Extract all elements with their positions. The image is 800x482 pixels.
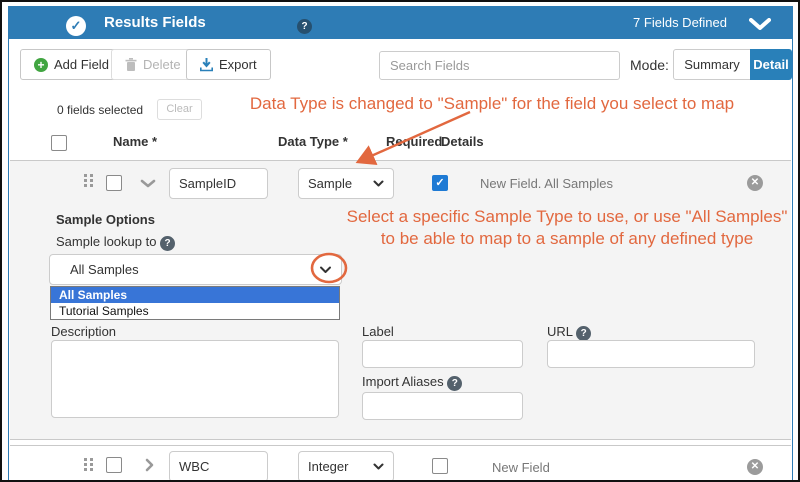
trash-icon (125, 58, 137, 72)
dropdown-option-tutorial-samples[interactable]: Tutorial Samples (51, 303, 339, 319)
search-input[interactable] (379, 51, 620, 80)
column-header-details: Details (441, 134, 484, 149)
export-button[interactable]: Export (186, 49, 271, 80)
delete-label: Delete (143, 57, 181, 72)
sample-lookup-value: All Samples (70, 262, 139, 277)
sample-lookup-label: Sample lookup to ? (56, 234, 175, 251)
field-details-text: New Field. All Samples (480, 176, 613, 191)
fields-defined-count: 7 Fields Defined (633, 6, 727, 39)
description-label: Description (51, 324, 116, 339)
sample-lookup-dropdown: All Samples Tutorial Samples (50, 286, 340, 320)
column-header-data-type: Data Type * (278, 134, 348, 149)
help-icon[interactable]: ? (160, 236, 175, 251)
description-textarea[interactable] (51, 340, 339, 418)
drag-handle-icon[interactable] (84, 174, 93, 187)
chevron-right-icon[interactable] (145, 458, 154, 472)
field-name-input[interactable] (169, 168, 268, 199)
data-type-value: Integer (308, 459, 348, 474)
results-fields-panel-window: ✓ Results Fields ? 7 Fields Defined + Ad… (0, 0, 800, 482)
select-all-checkbox[interactable] (51, 135, 67, 151)
data-type-value: Sample (308, 176, 352, 191)
chevron-down-icon (373, 180, 384, 187)
annotation-sample-type-line2: to be able to map to a sample of any def… (332, 229, 800, 249)
label-label: Label (362, 324, 394, 339)
field-name-input[interactable] (169, 451, 268, 482)
column-header-name: Name * (113, 134, 157, 149)
import-aliases-label-text: Import Aliases (362, 374, 444, 389)
help-icon[interactable]: ? (297, 19, 312, 34)
mode-summary-button[interactable]: Summary (673, 49, 751, 80)
required-checkbox[interactable] (432, 458, 448, 474)
selected-count-text: 0 fields selected (57, 103, 143, 117)
plus-icon: + (34, 58, 48, 72)
chevron-down-icon (373, 463, 384, 470)
label-input[interactable] (362, 340, 523, 368)
download-icon (200, 58, 213, 72)
add-field-label: Add Field (54, 57, 109, 72)
field-details-text: New Field (492, 460, 550, 475)
row-checkbox[interactable] (106, 175, 122, 191)
import-aliases-input[interactable] (362, 392, 523, 420)
check-circle-icon: ✓ (66, 16, 86, 36)
url-label-text: URL (547, 324, 573, 339)
url-input[interactable] (547, 340, 755, 368)
data-type-select[interactable]: Sample (298, 168, 394, 199)
mode-detail-button[interactable]: Detail (750, 49, 792, 80)
help-icon[interactable]: ? (447, 376, 462, 391)
annotation-data-type: Data Type is changed to "Sample" for the… (202, 94, 782, 114)
dropdown-option-all-samples[interactable]: All Samples (51, 287, 339, 303)
chevron-down-icon[interactable] (140, 179, 156, 188)
collapse-chevron-icon[interactable] (749, 18, 771, 30)
column-header-required: Required (386, 134, 442, 149)
remove-field-icon[interactable]: ✕ (747, 459, 763, 475)
sample-lookup-select[interactable]: All Samples (49, 254, 342, 285)
chevron-down-icon (319, 266, 332, 274)
sample-lookup-label-text: Sample lookup to (56, 234, 156, 249)
row-checkbox[interactable] (106, 457, 122, 473)
clear-selection-button[interactable]: Clear (157, 99, 202, 120)
import-aliases-label: Import Aliases ? (362, 374, 462, 391)
drag-handle-icon[interactable] (84, 458, 93, 471)
data-type-select[interactable]: Integer (298, 451, 394, 482)
remove-field-icon[interactable]: ✕ (747, 175, 763, 191)
delete-button[interactable]: Delete (111, 49, 195, 80)
export-label: Export (219, 57, 257, 72)
url-label: URL ? (547, 324, 591, 341)
field-row-wbc (10, 445, 791, 482)
help-icon[interactable]: ? (576, 326, 591, 341)
add-field-button[interactable]: + Add Field (20, 49, 123, 80)
annotation-sample-type-line1: Select a specific Sample Type to use, or… (332, 207, 800, 227)
required-checkbox[interactable]: ✓ (432, 175, 448, 191)
panel-title: Results Fields (104, 6, 206, 39)
sample-options-title: Sample Options (56, 212, 155, 227)
panel-header: ✓ Results Fields ? 7 Fields Defined (8, 6, 793, 39)
mode-label: Mode: (630, 57, 669, 73)
